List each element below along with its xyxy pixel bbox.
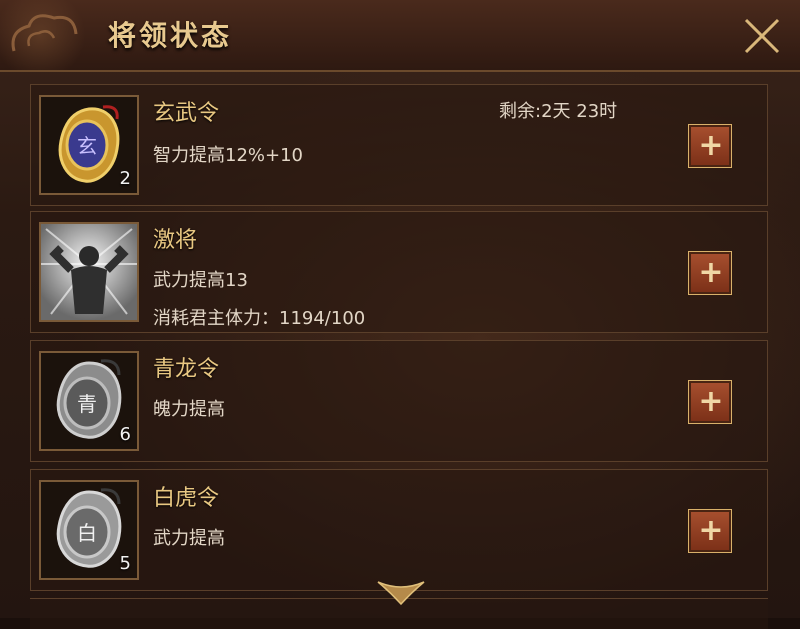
close-button[interactable]: [740, 14, 784, 58]
xuanwu-token-icon: 玄 2: [39, 95, 139, 195]
rally-warrior-icon: [39, 222, 139, 322]
item-name: 激将: [153, 228, 198, 253]
title-bar: 将领状态: [0, 0, 800, 72]
qinglong-token-icon: 青 6: [39, 351, 139, 451]
item-count: 6: [119, 424, 131, 445]
token-glyph: 青: [77, 392, 97, 416]
cloud-ornament-icon: [0, 0, 100, 70]
item-name: 青龙令: [153, 357, 220, 382]
close-icon: [744, 18, 780, 54]
time-remaining: 剩余:2天 23时: [499, 101, 618, 122]
item-count: 5: [119, 553, 131, 574]
add-jijiang-button[interactable]: +: [688, 251, 732, 295]
list-item-baihu: 白 5 白虎令 武力提高 +: [30, 469, 768, 591]
scroll-down-indicator-icon[interactable]: [376, 578, 426, 608]
token-glyph: 白: [77, 521, 97, 545]
add-baihu-button[interactable]: +: [688, 509, 732, 553]
item-cost: 消耗君主体力：1194/100: [153, 308, 366, 329]
add-xuanwu-button[interactable]: +: [688, 124, 732, 168]
item-effect: 武力提高13: [153, 270, 248, 291]
item-effect: 智力提高12%+10: [153, 145, 303, 166]
plus-icon: +: [698, 255, 724, 290]
item-name: 白虎令: [153, 486, 220, 511]
svg-text:玄: 玄: [77, 134, 97, 158]
item-effect: 武力提高: [153, 528, 225, 549]
dialog-title: 将领状态: [108, 19, 233, 52]
plus-icon: +: [698, 513, 724, 548]
plus-icon: +: [698, 384, 724, 419]
status-list[interactable]: 玄 2 玄武令 剩余:2天 23时 智力提高12%+10 + 激将 武力提高13…: [30, 78, 770, 618]
list-item-xuanwu: 玄 2 玄武令 剩余:2天 23时 智力提高12%+10 +: [30, 84, 768, 206]
item-effect: 魄力提高: [153, 399, 225, 420]
item-count: 2: [119, 168, 131, 189]
list-item-jijiang: 激将 武力提高13 消耗君主体力：1194/100 +: [30, 211, 768, 333]
plus-icon: +: [698, 128, 724, 163]
general-status-panel: 将领状态 玄 2 玄武令 剩余:2天 23时 智力提高12%+10 + 激将 武…: [0, 0, 800, 629]
add-qinglong-button[interactable]: +: [688, 380, 732, 424]
item-name: 玄武令: [153, 101, 220, 126]
list-item-qinglong: 青 6 青龙令 魄力提高 +: [30, 340, 768, 462]
baihu-token-icon: 白 5: [39, 480, 139, 580]
